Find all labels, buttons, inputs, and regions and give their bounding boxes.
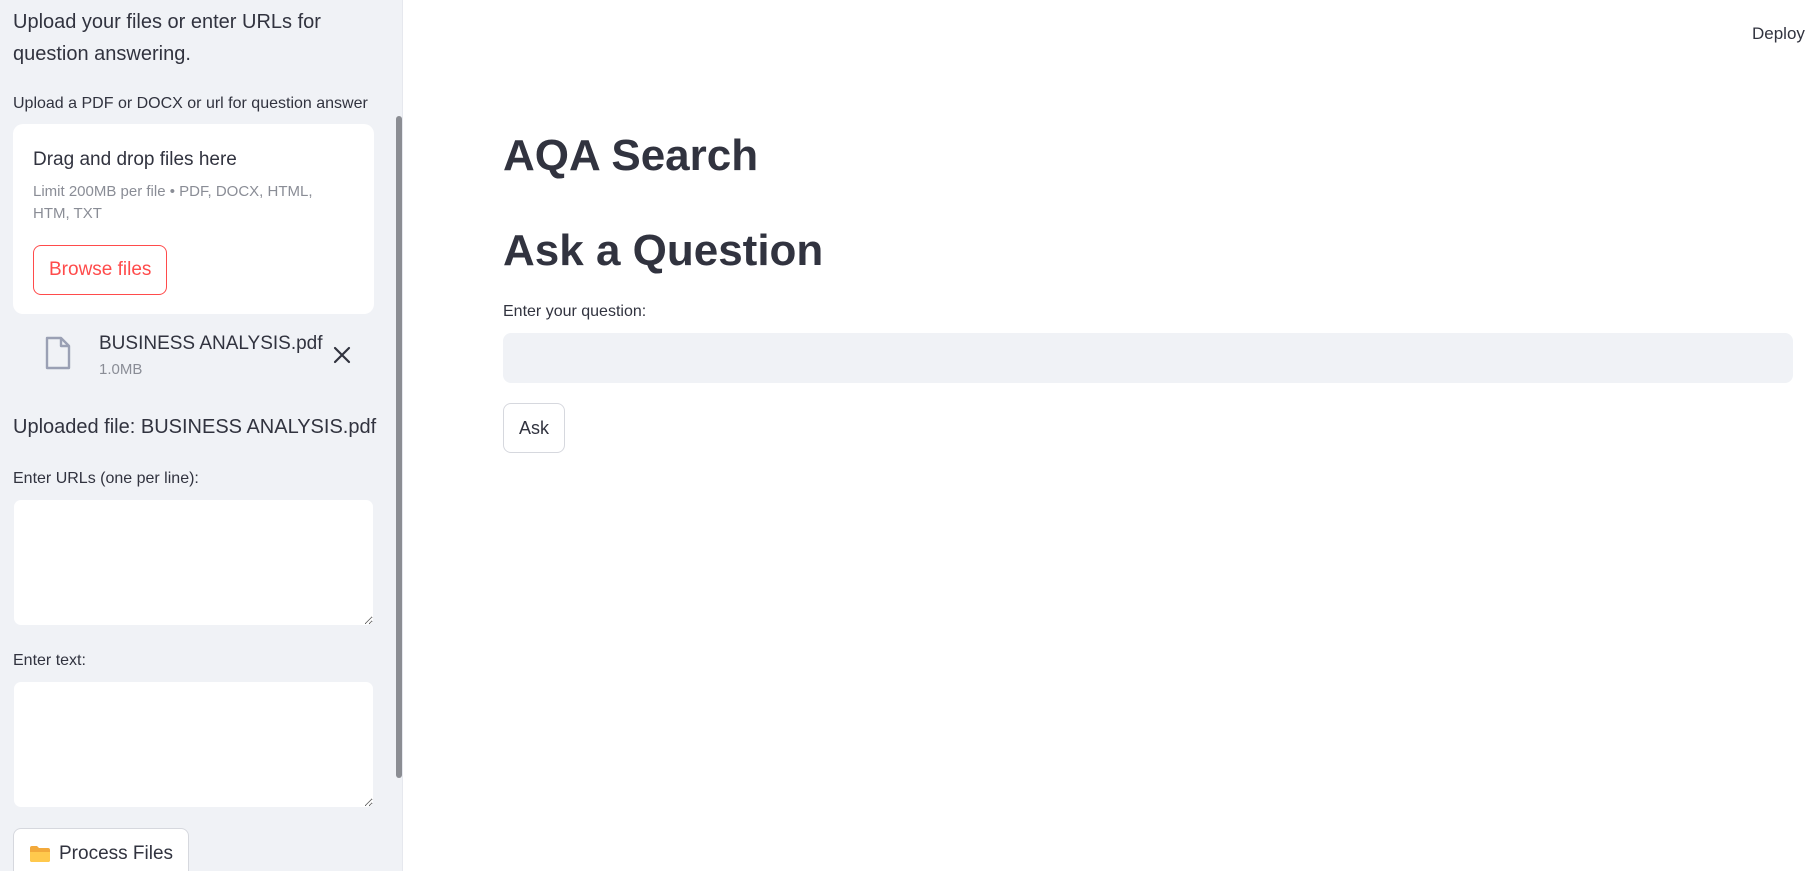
deploy-button[interactable]: Deploy (1752, 22, 1805, 46)
file-uploader-label: Upload a PDF or DOCX or url for question… (13, 95, 368, 112)
urls-field-label: Enter URLs (one per line): (13, 470, 199, 487)
question-field-label: Enter your question: (503, 303, 647, 320)
close-icon[interactable] (327, 340, 357, 370)
urls-textarea[interactable] (13, 499, 374, 626)
process-files-button[interactable]: Process Files (13, 828, 190, 871)
section-title: Ask a Question (503, 226, 824, 275)
ask-button[interactable]: Ask (503, 403, 565, 453)
uploaded-file-message: Uploaded file: BUSINESS ANALYSIS.pdf (13, 416, 377, 438)
dropzone-title: Drag and drop files here (33, 149, 237, 170)
page-title: AQA Search (503, 131, 759, 180)
dropzone-limit-text: Limit 200MB per file • PDF, DOCX, HTML, … (33, 183, 313, 222)
process-files-label: Process Files (59, 843, 174, 864)
sidebar-scrollbar[interactable] (396, 116, 402, 778)
sidebar: Upload your files or enter URLs for ques… (0, 0, 403, 871)
sidebar-intro-text: Upload your files or enter URLs for ques… (13, 11, 321, 65)
uploaded-file-item: BUSINESS ANALYSIS.pdf 1.0MB (13, 326, 374, 386)
file-icon (43, 336, 73, 370)
uploaded-file-name: BUSINESS ANALYSIS.pdf (99, 333, 323, 354)
uploaded-file-size: 1.0MB (99, 361, 143, 378)
folder-icon (29, 845, 51, 863)
text-textarea[interactable] (13, 681, 374, 808)
text-field-label: Enter text: (13, 652, 86, 669)
question-input[interactable] (503, 333, 1793, 383)
browse-files-button[interactable]: Browse files (33, 245, 168, 295)
file-dropzone[interactable]: Drag and drop files here Limit 200MB per… (13, 124, 374, 314)
